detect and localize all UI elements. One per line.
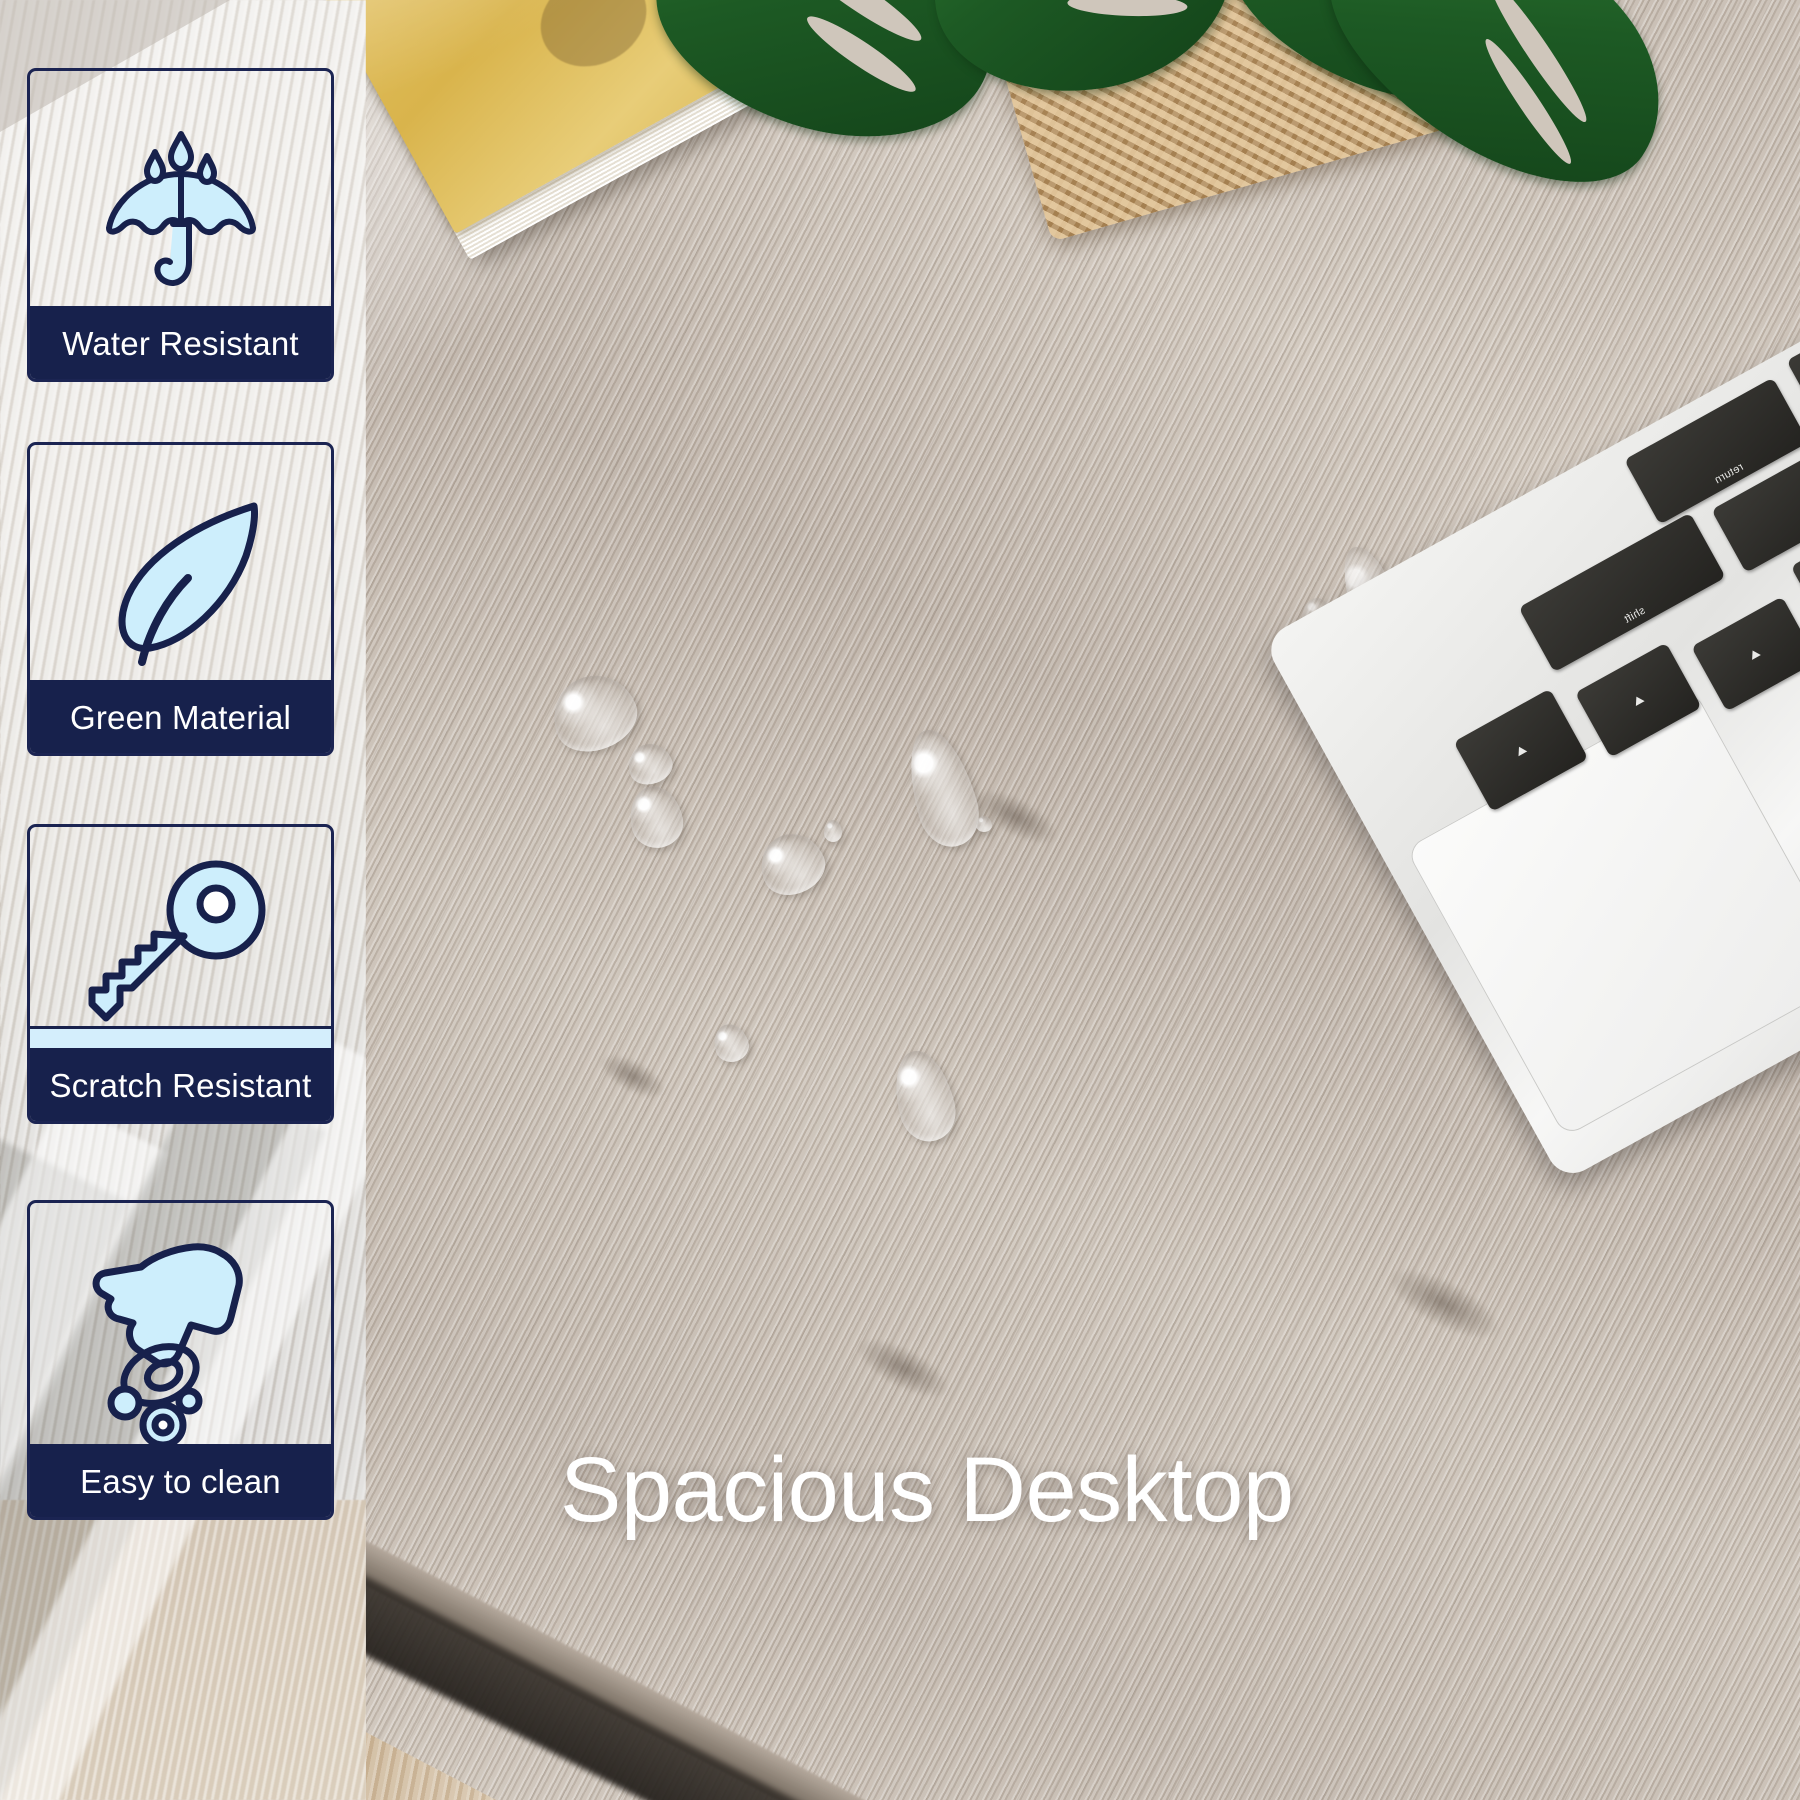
feature-sidebar: Water Resistant Green Material Scratch R… (0, 0, 366, 1800)
feature-card-label: Green Material (30, 680, 331, 753)
feature-card-water-resistant[interactable]: Water Resistant (27, 68, 334, 382)
feature-card-label: Scratch Resistant (30, 1048, 331, 1121)
feature-card-green-material[interactable]: Green Material (27, 442, 334, 756)
feature-card-easy-to-clean[interactable]: Easy to clean (27, 1200, 334, 1520)
feature-card-label: Easy to clean (30, 1444, 331, 1517)
page-headline: Spacious Desktop (560, 1439, 1294, 1541)
feature-card-scratch-resistant[interactable]: Scratch Resistant (27, 824, 334, 1124)
feature-card-label: Water Resistant (30, 306, 331, 379)
